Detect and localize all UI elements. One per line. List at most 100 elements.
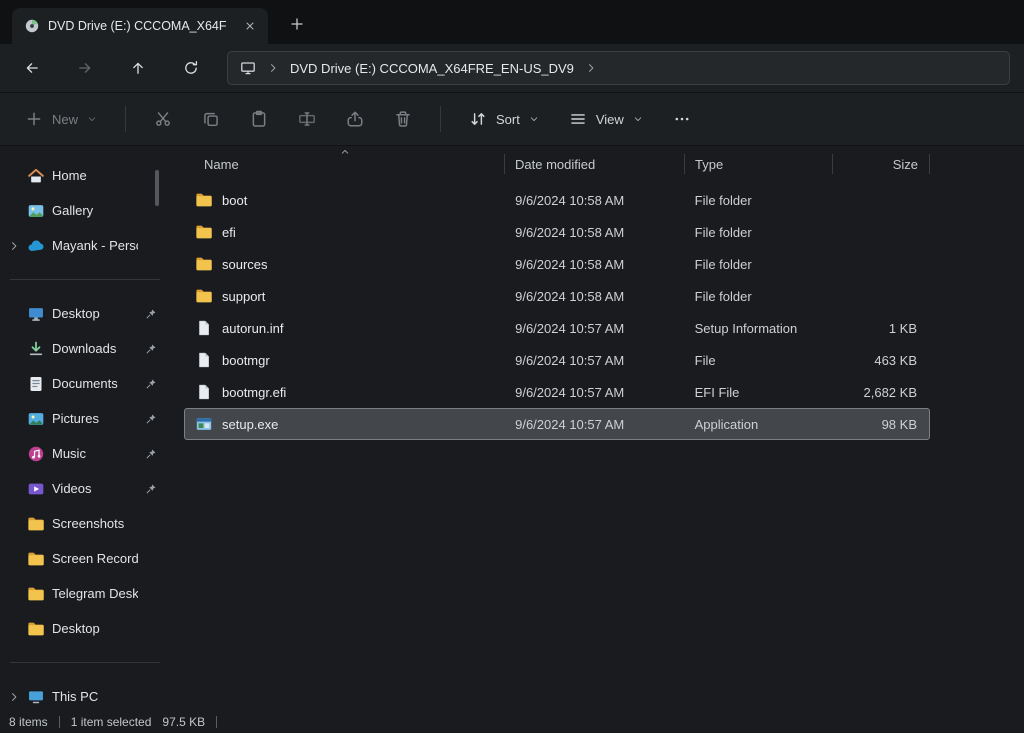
videos-icon <box>27 480 45 498</box>
column-header-name[interactable]: Name <box>184 146 505 182</box>
file-row-setup-exe[interactable]: setup.exe 9/6/2024 10:57 AM Application … <box>184 408 930 440</box>
up-button[interactable] <box>120 51 156 85</box>
file-name: sources <box>222 257 268 272</box>
chevron-right-icon[interactable] <box>267 62 279 74</box>
sidebar-item-this-pc[interactable]: This PC <box>0 679 170 711</box>
sort-button[interactable]: Sort <box>458 101 550 137</box>
new-button-label: New <box>52 112 78 127</box>
file-type: EFI File <box>685 385 833 400</box>
column-header-date-modified[interactable]: Date modified <box>505 146 685 182</box>
copy-button[interactable] <box>191 101 231 137</box>
delete-icon <box>394 110 412 128</box>
column-headers: NameDate modifiedTypeSize <box>184 146 1024 182</box>
file-size: 98 KB <box>832 417 929 432</box>
more-button[interactable] <box>662 101 702 137</box>
folder-icon <box>27 550 45 568</box>
tab-close-button[interactable] <box>238 14 262 38</box>
plus-icon <box>25 110 43 128</box>
file-type: File folder <box>685 225 833 240</box>
file-type: File folder <box>685 289 833 304</box>
share-button[interactable] <box>335 101 375 137</box>
nav-buttons <box>14 51 209 85</box>
sidebar-item-documents[interactable]: Documents <box>0 366 170 401</box>
plus-icon <box>289 16 305 32</box>
file-row-support[interactable]: support 9/6/2024 10:58 AM File folder <box>184 280 930 312</box>
arrow-right-icon <box>77 60 93 76</box>
sidebar-item-mayank-person[interactable]: Mayank - Person <box>0 228 170 263</box>
toolbar-separator <box>125 106 126 132</box>
sidebar-divider <box>10 279 160 280</box>
file-date-modified: 9/6/2024 10:57 AM <box>505 353 685 368</box>
sidebar-item-screenshots[interactable]: Screenshots <box>0 506 170 541</box>
file-icon <box>195 383 213 401</box>
view-icon <box>569 110 587 128</box>
refresh-button[interactable] <box>173 51 209 85</box>
sidebar-item-home[interactable]: Home <box>0 158 170 193</box>
forward-button[interactable] <box>67 51 103 85</box>
pin-icon <box>145 483 157 495</box>
setup-app-icon <box>195 415 213 433</box>
sidebar-item-desktop[interactable]: Desktop <box>0 296 170 331</box>
chevron-right-icon[interactable] <box>585 62 597 74</box>
file-size: 1 KB <box>832 321 929 336</box>
desktop-icon <box>27 305 45 323</box>
chevron-right-icon <box>8 691 20 703</box>
address-path[interactable]: DVD Drive (E:) CCCOMA_X64FRE_EN-US_DV9 <box>290 61 574 76</box>
file-rows: boot 9/6/2024 10:58 AM File folder efi 9… <box>184 184 1024 440</box>
file-date-modified: 9/6/2024 10:58 AM <box>505 257 685 272</box>
status-separator <box>59 716 60 728</box>
dvd-drive-icon <box>24 18 40 34</box>
file-icon <box>195 351 213 369</box>
file-name: setup.exe <box>222 417 278 432</box>
file-name: efi <box>222 225 236 240</box>
paste-button[interactable] <box>239 101 279 137</box>
this-pc-icon <box>27 688 45 706</box>
column-header-type[interactable]: Type <box>685 146 833 182</box>
close-icon <box>244 20 256 32</box>
sidebar-item-desktop[interactable]: Desktop <box>0 611 170 646</box>
delete-button[interactable] <box>383 101 423 137</box>
file-row-efi[interactable]: efi 9/6/2024 10:58 AM File folder <box>184 216 930 248</box>
file-icon <box>195 319 213 337</box>
view-button[interactable]: View <box>558 101 654 137</box>
column-header-size[interactable]: Size <box>833 146 930 182</box>
items-count: 8 items <box>9 715 48 729</box>
share-icon <box>346 110 364 128</box>
file-row-bootmgr-efi[interactable]: bootmgr.efi 9/6/2024 10:57 AM EFI File 2… <box>184 376 930 408</box>
rename-icon <box>298 110 316 128</box>
file-date-modified: 9/6/2024 10:58 AM <box>505 225 685 240</box>
sidebar-item-gallery[interactable]: Gallery <box>0 193 170 228</box>
gallery-icon <box>27 202 45 220</box>
address-bar[interactable]: DVD Drive (E:) CCCOMA_X64FRE_EN-US_DV9 <box>227 51 1010 85</box>
back-button[interactable] <box>14 51 50 85</box>
file-list-pane: NameDate modifiedTypeSize boot 9/6/2024 … <box>170 146 1024 711</box>
rename-button[interactable] <box>287 101 327 137</box>
new-tab-button[interactable] <box>282 9 312 39</box>
explorer-tab[interactable]: DVD Drive (E:) CCCOMA_X64F <box>12 8 268 44</box>
pin-icon <box>145 308 157 320</box>
content-area: Home Gallery Mayank - Person Desktop Dow… <box>0 146 1024 711</box>
file-name: bootmgr.efi <box>222 385 286 400</box>
sort-button-label: Sort <box>496 112 520 127</box>
file-row-autorun-inf[interactable]: autorun.inf 9/6/2024 10:57 AM Setup Info… <box>184 312 930 344</box>
status-bar: 8 items 1 item selected 97.5 KB <box>0 711 1024 733</box>
view-button-label: View <box>596 112 624 127</box>
sidebar-item-downloads[interactable]: Downloads <box>0 331 170 366</box>
file-date-modified: 9/6/2024 10:58 AM <box>505 289 685 304</box>
sidebar-item-screen-recordin[interactable]: Screen Recordin <box>0 541 170 576</box>
sidebar-scrollbar[interactable] <box>155 170 159 206</box>
navigation-bar: DVD Drive (E:) CCCOMA_X64FRE_EN-US_DV9 <box>0 44 1024 92</box>
sidebar-item-music[interactable]: Music <box>0 436 170 471</box>
pin-icon <box>145 378 157 390</box>
sidebar-item-telegram-deskto[interactable]: Telegram Deskto <box>0 576 170 611</box>
file-row-bootmgr[interactable]: bootmgr 9/6/2024 10:57 AM File 463 KB <box>184 344 930 376</box>
new-button[interactable]: New <box>14 101 108 137</box>
file-row-sources[interactable]: sources 9/6/2024 10:58 AM File folder <box>184 248 930 280</box>
sidebar-item-videos[interactable]: Videos <box>0 471 170 506</box>
file-type: File folder <box>685 193 833 208</box>
cut-button[interactable] <box>143 101 183 137</box>
file-explorer-window: DVD Drive (E:) CCCOMA_X64F DVD Drive (E:… <box>0 0 1024 733</box>
sidebar-item-pictures[interactable]: Pictures <box>0 401 170 436</box>
file-row-boot[interactable]: boot 9/6/2024 10:58 AM File folder <box>184 184 930 216</box>
refresh-icon <box>183 60 199 76</box>
